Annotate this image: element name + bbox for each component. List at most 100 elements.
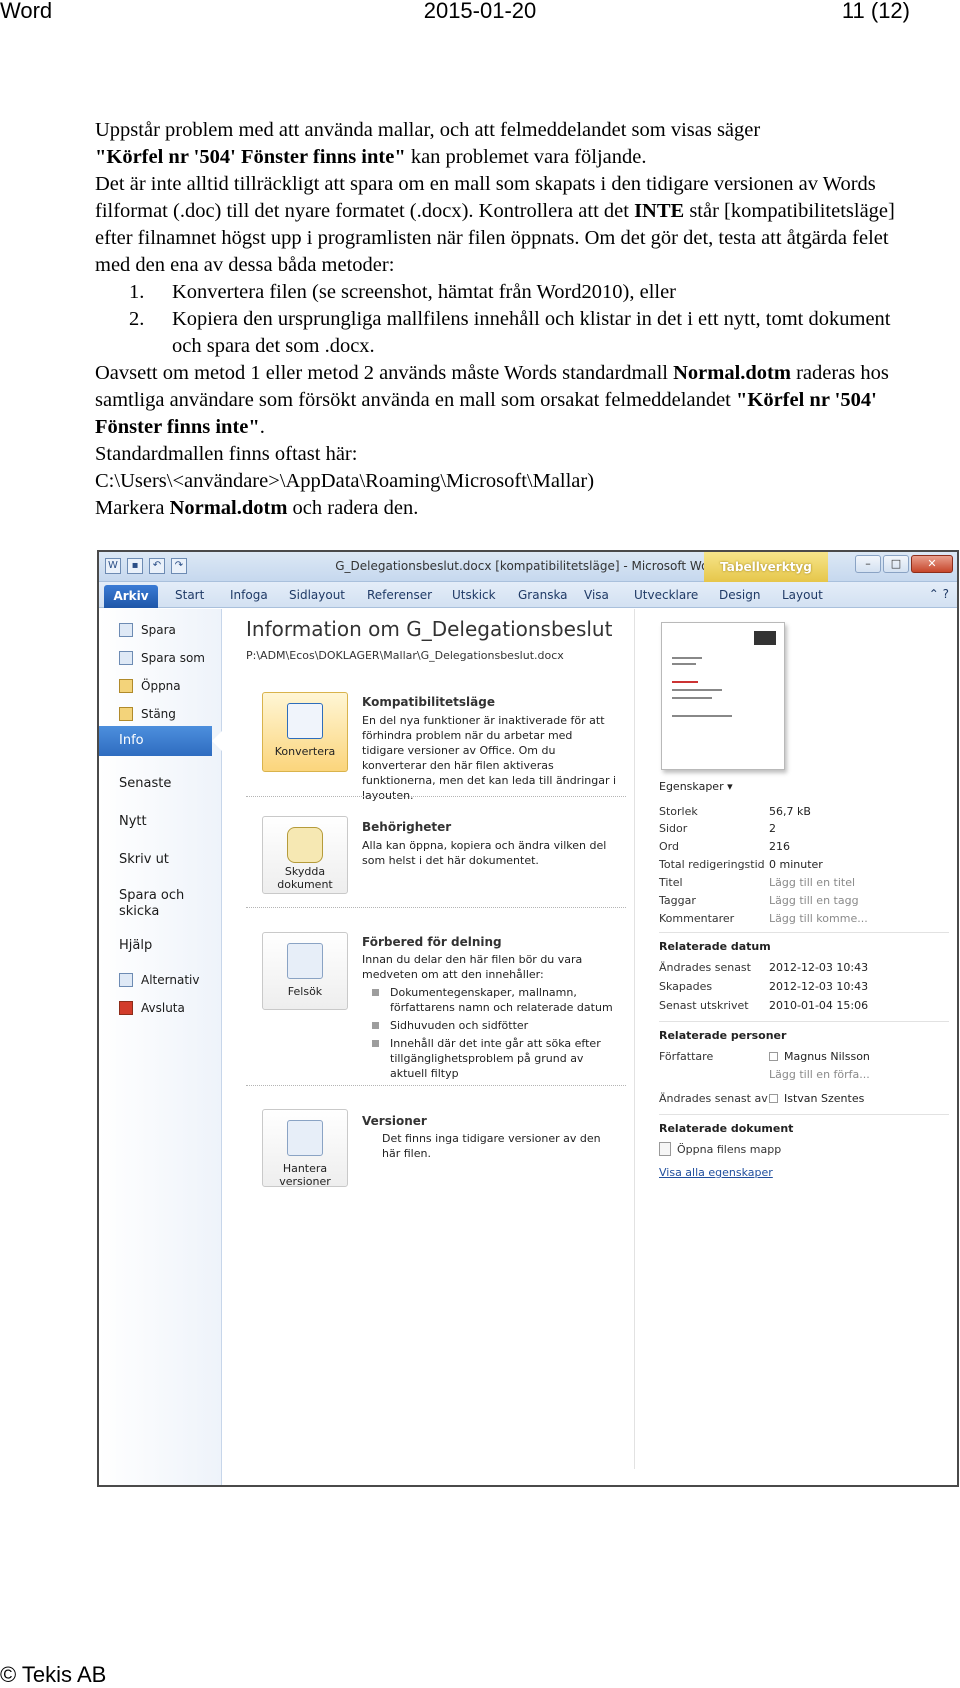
group-divider: [659, 1114, 949, 1115]
prop-label: Sidor: [659, 822, 688, 835]
checklist-icon: [287, 943, 323, 979]
tab-start[interactable]: Start: [175, 588, 204, 602]
context-tab-table-tools: Tabellverktyg: [704, 552, 828, 582]
prop-value-editable[interactable]: Lägg till en tagg: [769, 894, 859, 907]
thumbnail-line: [672, 689, 722, 691]
paragraph-3: Oavsett om metod 1 eller metod 2 används…: [95, 360, 925, 441]
group-title-people: Relaterade personer: [659, 1029, 787, 1042]
tab-sidlayout[interactable]: Sidlayout: [289, 588, 345, 602]
p2-bold: INTE: [634, 200, 685, 222]
date-label: Skapades: [659, 980, 713, 993]
tab-design[interactable]: Design: [719, 588, 760, 602]
folder-icon: [659, 1142, 671, 1156]
exit-icon: [119, 1001, 133, 1015]
paragraph-4: Standardmallen finns oftast här:: [95, 443, 358, 465]
paragraph-1: Uppstår problem med att använda mallar, …: [95, 117, 925, 171]
person-icon: [769, 1094, 778, 1103]
date-value: 2012-12-03 10:43: [769, 980, 869, 993]
section-text-prepare: Innan du delar den här filen bör du vara…: [362, 953, 583, 981]
thumbnail-line: [672, 657, 702, 659]
p6-bold: Normal.dotm: [169, 497, 288, 519]
thumbnail-line: [672, 715, 732, 717]
tab-arkiv[interactable]: Arkiv: [104, 585, 158, 608]
p1-text: Uppstår problem med att använda mallar, …: [95, 119, 761, 141]
folder-close-icon: [119, 707, 133, 721]
bullet-accessibility: Innehåll där det inte går att söka efter…: [372, 1036, 617, 1081]
protect-document-button[interactable]: Skydda dokument: [262, 816, 348, 894]
prop-value-editable[interactable]: Lägg till komme...: [769, 912, 868, 925]
nav-info[interactable]: Info: [99, 726, 223, 756]
modified-by-value[interactable]: Istvan Szentes: [769, 1092, 864, 1105]
page-footer: © Tekis AB: [0, 1662, 107, 1687]
versions-icon: [287, 1120, 323, 1156]
date-label: Senast utskrivet: [659, 999, 749, 1012]
tab-utskick[interactable]: Utskick: [452, 588, 496, 602]
minimize-icon[interactable]: –: [855, 555, 881, 573]
tab-referenser[interactable]: Referenser: [367, 588, 432, 602]
group-divider: [659, 932, 949, 933]
author-name: Magnus Nilsson: [784, 1050, 870, 1063]
nav-senaste[interactable]: Senaste: [119, 776, 171, 792]
page-header-date: 2015-01-20: [423, 0, 537, 23]
tab-layout[interactable]: Layout: [782, 588, 823, 602]
author-label: Författare: [659, 1050, 714, 1063]
bullet-headers: Sidhuvuden och sidfötter: [372, 1018, 617, 1033]
modified-by-name: Istvan Szentes: [784, 1092, 865, 1105]
tab-utvecklare[interactable]: Utvecklare: [634, 588, 698, 602]
page-header-pagenum: 11 (12): [841, 0, 910, 23]
nav-spara[interactable]: Spara: [119, 623, 176, 637]
list-number: 2.: [129, 308, 145, 330]
list-text: Kopiera den ursprungliga mallfilens inne…: [172, 308, 891, 357]
tab-visa[interactable]: Visa: [584, 588, 609, 602]
button-label: Felsök: [287, 985, 323, 998]
nav-alternativ[interactable]: Alternativ: [119, 973, 199, 987]
tab-granska[interactable]: Granska: [518, 588, 568, 602]
nav-oppna[interactable]: Öppna: [119, 679, 181, 693]
nav-hjalp[interactable]: Hjälp: [119, 938, 152, 954]
word-convert-icon: [287, 703, 323, 739]
section-text-permissions: Alla kan öppna, kopiera och ändra vilken…: [362, 839, 607, 867]
word-screenshot: W ▪ ↶ ↷ G_Delegationsbeslut.docx [kompat…: [97, 550, 959, 1487]
prop-value: 0 minuter: [769, 858, 823, 871]
section-divider: [246, 796, 626, 797]
options-icon: [119, 973, 133, 987]
nav-stang[interactable]: Stäng: [119, 707, 176, 721]
p1-text-end: kan problemet vara följande.: [405, 146, 647, 168]
list-item-1: 1. Konvertera filen (se screenshot, hämt…: [95, 279, 925, 306]
prop-value-editable[interactable]: Lägg till en titel: [769, 876, 855, 889]
help-icon[interactable]: ⌃ ?: [929, 587, 949, 601]
properties-header[interactable]: Egenskaper ▾: [659, 780, 733, 793]
date-label: Ändrades senast: [659, 961, 751, 974]
paragraph-path: C:\Users\<användare>\AppData\Roaming\Mic…: [95, 470, 595, 492]
nav-nytt[interactable]: Nytt: [119, 814, 147, 830]
ribbon-tabs: Arkiv Start Infoga Sidlayout Referenser …: [99, 582, 957, 608]
add-author-link[interactable]: Lägg till en förfa...: [769, 1068, 870, 1081]
maximize-icon[interactable]: □: [883, 555, 909, 573]
show-all-properties-link[interactable]: Visa alla egenskaper: [659, 1166, 773, 1179]
convert-button[interactable]: Konvertera: [262, 692, 348, 772]
window-buttons: – □ ✕: [855, 555, 953, 573]
prop-value: 56,7 kB: [769, 805, 811, 818]
nav-spara-som[interactable]: Spara som: [119, 651, 205, 665]
manage-versions-button[interactable]: Hantera versioner: [262, 1109, 348, 1188]
nav-skriv-ut[interactable]: Skriv ut: [119, 852, 169, 868]
close-icon[interactable]: ✕: [911, 555, 953, 573]
info-path: P:\ADM\Ecos\DOKLAGER\Mallar\G_Delegation…: [246, 649, 564, 662]
date-value: 2012-12-03 10:43: [769, 961, 869, 974]
save-as-icon: [119, 651, 133, 665]
open-folder-label: Öppna filens mapp: [677, 1143, 782, 1156]
nav-avsluta[interactable]: Avsluta: [119, 1001, 185, 1015]
tab-infoga[interactable]: Infoga: [230, 588, 268, 602]
lock-icon: [287, 827, 323, 863]
open-folder-link[interactable]: Öppna filens mapp: [659, 1142, 781, 1156]
prop-value: 216: [769, 840, 790, 853]
window-title: G_Delegationsbeslut.docx [kompatibilitet…: [335, 559, 721, 573]
section-title-prepare: Förbered för delning: [362, 935, 502, 949]
date-value: 2010-01-04 15:06: [769, 999, 869, 1012]
author-value[interactable]: Magnus Nilsson: [769, 1050, 870, 1063]
modified-by-label: Ändrades senast av: [659, 1092, 768, 1105]
nav-spara-och-skicka[interactable]: Spara och skicka: [119, 888, 199, 920]
prop-label: Ord: [659, 840, 679, 853]
inspect-button[interactable]: Felsök: [262, 932, 348, 1010]
nav-label: Stäng: [141, 707, 176, 721]
